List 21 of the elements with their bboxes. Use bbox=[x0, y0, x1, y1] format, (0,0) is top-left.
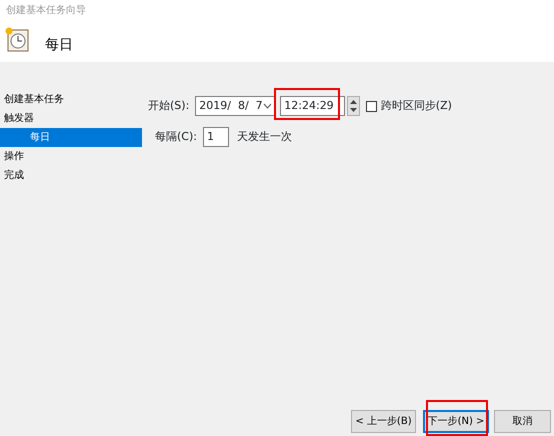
window-title: 创建基本任务向导 bbox=[6, 4, 86, 18]
wizard-button[interactable]: < 上一步(B) bbox=[351, 410, 416, 433]
interval-suffix: 天发生一次 bbox=[236, 128, 292, 145]
wizard-button[interactable]: 取消 bbox=[494, 410, 551, 433]
chevron-down-icon bbox=[262, 103, 272, 109]
time-field[interactable]: 12:24:29 bbox=[280, 96, 346, 116]
page-title: 每日 bbox=[45, 36, 73, 55]
sidebar-item[interactable]: 触发器 bbox=[0, 109, 142, 128]
sync-label: 跨时区同步(Z) bbox=[380, 98, 452, 114]
date-picker[interactable]: 2019/ 8/ 7 bbox=[195, 96, 276, 116]
sidebar-item[interactable]: 完成 bbox=[0, 166, 142, 185]
interval-field[interactable]: 1 bbox=[202, 127, 229, 147]
clock-icon bbox=[5, 27, 29, 52]
sidebar-item[interactable]: 创建基本任务 bbox=[0, 90, 142, 109]
wizard-button[interactable]: 下一步(N) > bbox=[423, 410, 489, 433]
sidebar-item[interactable]: 每日 bbox=[0, 128, 142, 147]
sidebar-item[interactable]: 操作 bbox=[0, 147, 142, 166]
spinner-icon[interactable] bbox=[347, 96, 360, 116]
interval-label: 每隔(C): bbox=[155, 128, 197, 145]
start-label: 开始(S): bbox=[148, 98, 190, 114]
sync-checkbox[interactable] bbox=[366, 100, 377, 112]
